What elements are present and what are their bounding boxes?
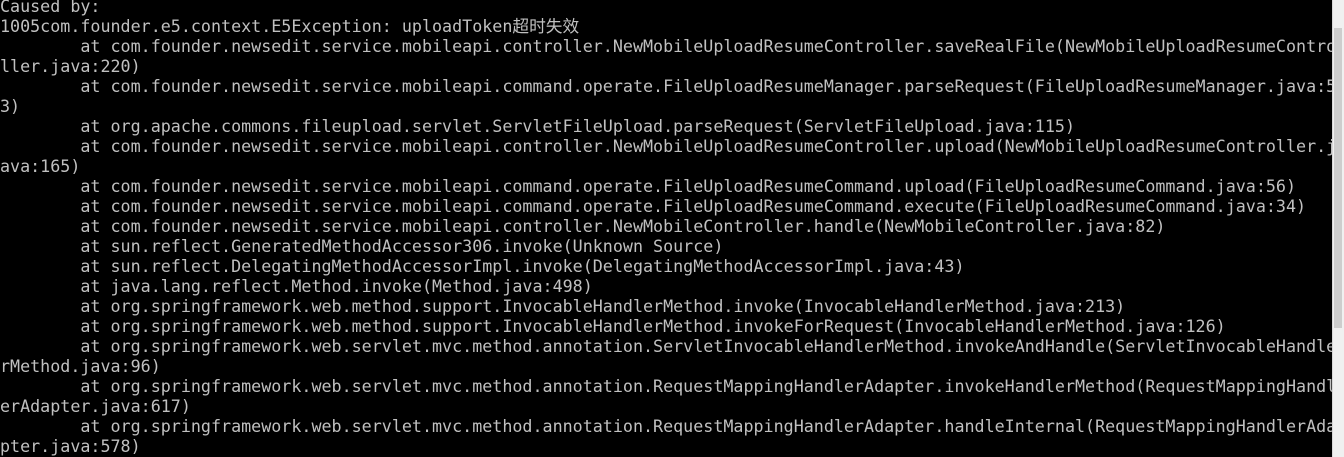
terminal-line: at org.springframework.web.method.suppor…	[0, 296, 1126, 316]
terminal-line: at com.founder.newsedit.service.mobileap…	[0, 36, 1332, 56]
terminal-line: at org.apache.commons.fileupload.servlet…	[0, 116, 1075, 136]
terminal-line: at com.founder.newsedit.service.mobileap…	[0, 216, 1166, 236]
terminal-line: 1005com.founder.e5.context.E5Exception: …	[0, 16, 580, 36]
terminal-line: ava:165)	[0, 156, 81, 176]
terminal-line: at org.springframework.web.method.suppor…	[0, 316, 1226, 336]
terminal-line: at com.founder.newsedit.service.mobileap…	[0, 136, 1332, 156]
terminal-output[interactable]: Caused by: 1005com.founder.e5.context.E5…	[0, 0, 1332, 457]
vertical-scrollbar[interactable]	[1332, 0, 1344, 457]
terminal-line: at sun.reflect.DelegatingMethodAccessorI…	[0, 256, 965, 276]
terminal-window[interactable]: Caused by: 1005com.founder.e5.context.E5…	[0, 0, 1344, 457]
terminal-line: at com.founder.newsedit.service.mobileap…	[0, 176, 1297, 196]
terminal-line: Caused by:	[0, 0, 101, 16]
terminal-line: at com.founder.newsedit.service.mobileap…	[0, 76, 1332, 96]
terminal-line: pter.java:578)	[0, 436, 141, 456]
terminal-line: ller.java:220)	[0, 56, 141, 76]
terminal-line: 3)	[0, 96, 21, 116]
terminal-line: at org.springframework.web.servlet.mvc.m…	[0, 336, 1332, 356]
terminal-line: at com.founder.newsedit.service.mobileap…	[0, 196, 1307, 216]
scrollbar-thumb[interactable]	[1334, 28, 1342, 328]
terminal-line: at org.springframework.web.servlet.mvc.m…	[0, 416, 1332, 436]
terminal-line: at org.springframework.web.servlet.mvc.m…	[0, 376, 1332, 396]
terminal-line: erAdapter.java:617)	[0, 396, 191, 416]
terminal-line: at java.lang.reflect.Method.invoke(Metho…	[0, 276, 593, 296]
terminal-line: at sun.reflect.GeneratedMethodAccessor30…	[0, 236, 724, 256]
terminal-line: rMethod.java:96)	[0, 356, 161, 376]
